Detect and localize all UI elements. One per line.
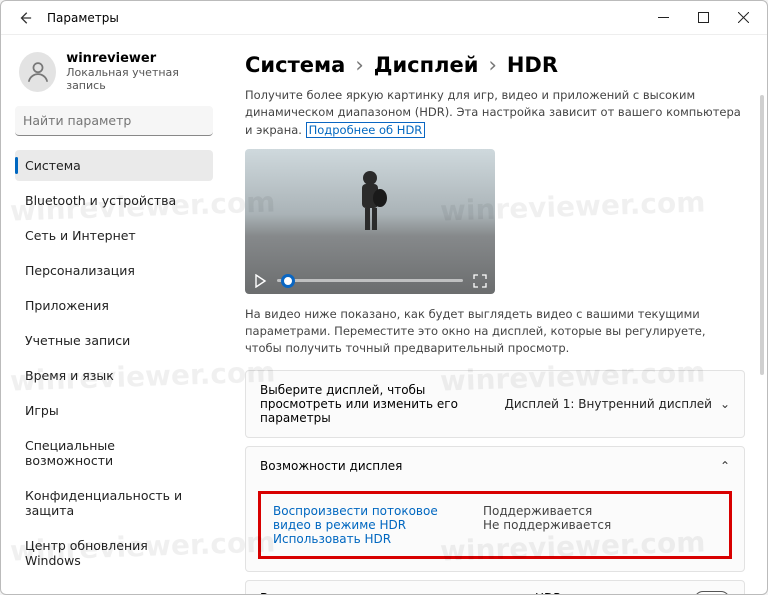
display-select-label: Выберите дисплей, чтобы просмотреть или …: [260, 383, 492, 425]
intro-text: Получите более яркую картинку для игр, в…: [245, 87, 745, 139]
app-title: Параметры: [47, 11, 119, 25]
nav-privacy[interactable]: Конфиденциальность и защита: [15, 480, 213, 526]
nav-accounts[interactable]: Учетные записи: [15, 325, 213, 356]
video-slider[interactable]: [277, 279, 463, 282]
play-icon[interactable]: [253, 274, 267, 288]
preview-description: На видео ниже показано, как будет выгляд…: [245, 306, 745, 358]
stream-hdr-toggle[interactable]: [694, 591, 730, 595]
chevron-right-icon: ›: [355, 53, 363, 77]
user-name: winreviewer: [66, 51, 211, 66]
user-account[interactable]: winreviewer Локальная учетная запись: [19, 51, 211, 92]
stream-hdr-title: Воспроизвести потоковое видео в режиме H…: [260, 591, 639, 595]
minimize-button[interactable]: [643, 3, 683, 33]
preview-video[interactable]: [245, 149, 495, 294]
nav-gaming[interactable]: Игры: [15, 395, 213, 426]
display-select-card: Выберите дисплей, чтобы просмотреть или …: [245, 370, 745, 438]
fullscreen-icon[interactable]: [473, 274, 487, 288]
nav-personalization[interactable]: Персонализация: [15, 255, 213, 286]
nav-network[interactable]: Сеть и Интернет: [15, 220, 213, 251]
display-capabilities-header[interactable]: Возможности дисплея ⌃: [246, 447, 744, 485]
display-capabilities-box: Воспроизвести потоковое видео в режиме H…: [258, 491, 732, 559]
nav-bluetooth[interactable]: Bluetooth и устройства: [15, 185, 213, 216]
chevron-down-icon: ⌄: [720, 397, 730, 411]
cap-use-hdr-label[interactable]: Использовать HDR: [273, 532, 453, 546]
nav-accessibility[interactable]: Специальные возможности: [15, 430, 213, 476]
cap-stream-hdr-value: Поддерживается: [483, 504, 611, 518]
search-input[interactable]: [15, 106, 213, 136]
display-select-dropdown[interactable]: Дисплей 1: Внутренний дисплей⌄: [504, 397, 730, 411]
scrollbar[interactable]: [760, 95, 764, 375]
stream-hdr-card: Воспроизвести потоковое видео в режиме H…: [245, 580, 745, 595]
chevron-right-icon: ›: [488, 53, 496, 77]
breadcrumb: Система › Дисплей › HDR: [245, 53, 745, 77]
slider-thumb[interactable]: [281, 274, 295, 288]
breadcrumb-system[interactable]: Система: [245, 53, 345, 77]
nav-apps[interactable]: Приложения: [15, 290, 213, 321]
cap-use-hdr-value: Не поддерживается: [483, 518, 611, 532]
main-panel: Система › Дисплей › HDR Получите более я…: [223, 35, 767, 594]
learn-more-hdr-link[interactable]: Подробнее об HDR: [306, 122, 426, 138]
nav-time-language[interactable]: Время и язык: [15, 360, 213, 391]
nav-windows-update[interactable]: Центр обновления Windows: [15, 530, 213, 576]
toggle-state: Откл.: [651, 593, 686, 595]
breadcrumb-hdr: HDR: [507, 53, 558, 77]
user-sub: Локальная учетная запись: [66, 66, 211, 92]
titlebar: Параметры: [1, 1, 767, 35]
avatar: [19, 52, 56, 92]
cap-stream-hdr-label[interactable]: Воспроизвести потоковое видео в режиме H…: [273, 504, 453, 532]
sidebar: winreviewer Локальная учетная запись Сис…: [1, 35, 223, 594]
breadcrumb-display[interactable]: Дисплей: [374, 53, 479, 77]
video-figure: [347, 168, 393, 232]
close-button[interactable]: [723, 3, 763, 33]
back-button[interactable]: [13, 6, 37, 30]
settings-window: Параметры winreviewer Локальная учетная …: [0, 0, 768, 595]
nav-system[interactable]: Система: [15, 150, 213, 181]
chevron-up-icon: ⌃: [720, 459, 730, 473]
display-capabilities-card: Возможности дисплея ⌃ Воспроизвести пото…: [245, 446, 745, 572]
maximize-button[interactable]: [683, 3, 723, 33]
nav-list: Система Bluetooth и устройства Сеть и Ин…: [15, 150, 213, 580]
